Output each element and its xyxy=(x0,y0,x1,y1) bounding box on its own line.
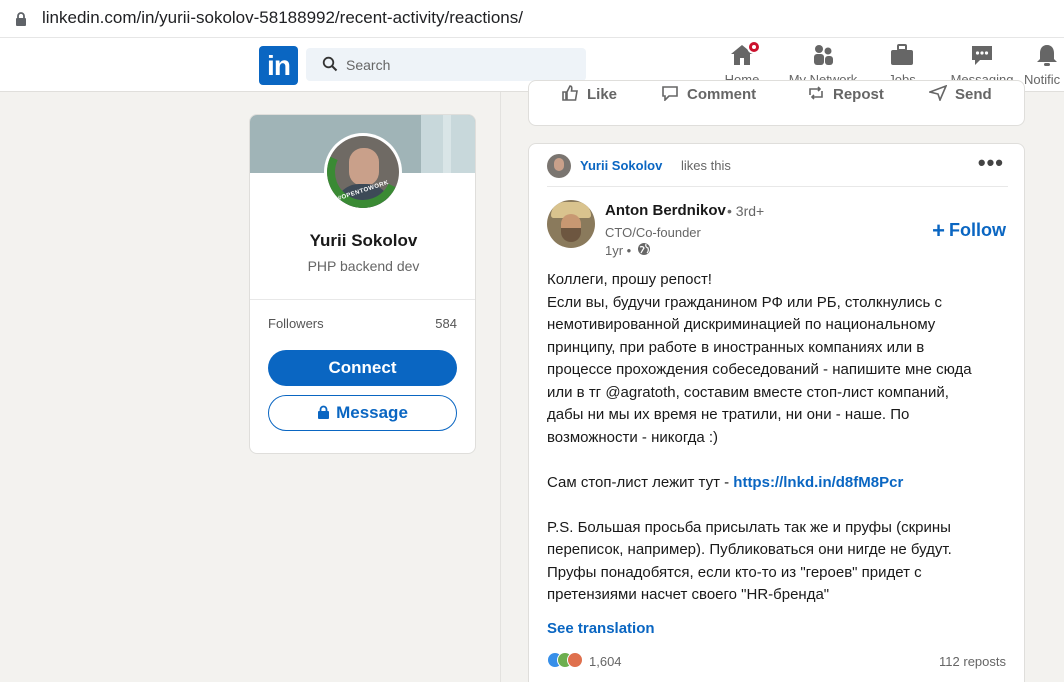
banner-stripe xyxy=(443,115,451,173)
post-line: претензиями насчет своего "HR-бренда" xyxy=(547,586,830,603)
post-link-line: Сам стоп-лист лежит тут - https://lnkd.i… xyxy=(547,472,1012,495)
love-reaction-icon xyxy=(567,652,583,668)
briefcase-icon xyxy=(889,42,915,68)
post-line: дабы ни мы их время не тратили, ни они -… xyxy=(547,406,910,423)
followers-label: Followers xyxy=(268,316,324,331)
comment-button[interactable]: Comment xyxy=(661,85,756,103)
profile-headline: PHP backend dev xyxy=(307,258,420,274)
post-line: принципу, при работе в иностранных компа… xyxy=(547,338,925,356)
like-button[interactable]: Like xyxy=(561,85,617,103)
message-button[interactable]: Message xyxy=(268,395,457,431)
messaging-icon xyxy=(969,42,995,68)
like-icon xyxy=(562,85,578,101)
liker-name[interactable]: Yurii Sokolov xyxy=(580,158,662,173)
link-prefix: Сам стоп-лист лежит тут - xyxy=(547,473,734,491)
avatar-photo: #OPENTOWORK xyxy=(327,136,399,208)
divider xyxy=(250,299,475,300)
post-line: возможности - никогда :) xyxy=(547,428,719,446)
search-input[interactable]: Search xyxy=(346,57,390,73)
follow-label: Follow xyxy=(949,220,1006,240)
profile-avatar[interactable]: #OPENTOWORK xyxy=(324,133,402,211)
reposts-count[interactable]: 112 reposts xyxy=(939,654,1006,669)
post-line: Коллеги, прошу репост! xyxy=(547,271,712,288)
message-label: Message xyxy=(336,403,408,422)
url-text[interactable]: linkedin.com/in/yurii-sokolov-58188992/r… xyxy=(42,8,523,28)
profile-name[interactable]: Yurii Sokolov xyxy=(250,231,475,251)
feed-post: Yurii Sokolov likes this ••• Anton Berdn… xyxy=(528,143,1025,682)
post-line: Пруфы понадобятся, если кто-то из "герое… xyxy=(547,563,922,581)
post-link[interactable]: https://lnkd.in/d8fM8Pcr xyxy=(733,474,903,491)
see-translation-button[interactable]: See translation xyxy=(547,620,655,637)
bell-icon xyxy=(1034,42,1060,68)
network-icon xyxy=(810,42,836,68)
nav-item-notifications[interactable]: Notific xyxy=(1024,42,1064,88)
send-icon xyxy=(929,85,947,101)
post-line: немотивированной дискриминацией по нацио… xyxy=(547,316,936,333)
post-line: переписок, например). Публиковаться они … xyxy=(547,541,952,558)
post-body: Коллеги, прошу репост! Если вы, будучи г… xyxy=(547,269,1012,607)
lock-icon xyxy=(318,405,330,419)
previous-post-actions: Like Comment Repost Send xyxy=(528,80,1025,126)
post-time: 1yr • xyxy=(605,243,632,258)
post-line: процессе прохождения собеседований - нап… xyxy=(547,361,972,378)
send-button[interactable]: Send xyxy=(929,85,992,103)
avatar-beard xyxy=(561,228,581,242)
post-line: Если вы, будучи гражданином РФ или РБ, с… xyxy=(547,293,943,311)
followers-count: 584 xyxy=(435,316,457,331)
author-headline: CTO/Co-founder xyxy=(605,225,701,240)
follow-button[interactable]: + Follow xyxy=(932,218,1006,244)
reactions-count: 1,604 xyxy=(589,654,622,669)
more-options-icon[interactable]: ••• xyxy=(978,150,1004,176)
repost-icon xyxy=(809,86,823,100)
home-icon xyxy=(729,40,761,68)
linkedin-logo[interactable]: in xyxy=(259,46,298,85)
liker-avatar[interactable] xyxy=(547,154,571,178)
search-icon xyxy=(322,56,338,72)
notification-badge xyxy=(747,40,761,54)
liker-action: likes this xyxy=(681,158,731,173)
lock-icon xyxy=(16,12,26,26)
repost-label: Repost xyxy=(833,86,884,103)
comment-icon xyxy=(662,86,678,101)
connection-degree: • 3rd+ xyxy=(727,203,765,219)
send-label: Send xyxy=(955,86,992,103)
author-name[interactable]: Anton Berdnikov xyxy=(605,202,726,219)
browser-address-bar[interactable]: linkedin.com/in/yurii-sokolov-58188992/r… xyxy=(0,0,1064,38)
profile-card: #OPENTOWORK Yurii Sokolov PHP backend de… xyxy=(249,114,476,454)
author-avatar[interactable] xyxy=(547,200,595,248)
post-line: или в тг @agratoth, составим вместе стоп… xyxy=(547,383,949,401)
search-box[interactable]: Search xyxy=(306,48,586,81)
divider xyxy=(547,186,1008,187)
globe-icon xyxy=(638,243,650,255)
post-line: P.S. Большая просьба присылать так же и … xyxy=(547,518,951,536)
connect-button[interactable]: Connect xyxy=(268,350,457,386)
plus-icon: + xyxy=(932,218,945,243)
like-label: Like xyxy=(587,86,618,103)
comment-label: Comment xyxy=(687,86,757,103)
repost-button[interactable]: Repost xyxy=(807,85,884,103)
